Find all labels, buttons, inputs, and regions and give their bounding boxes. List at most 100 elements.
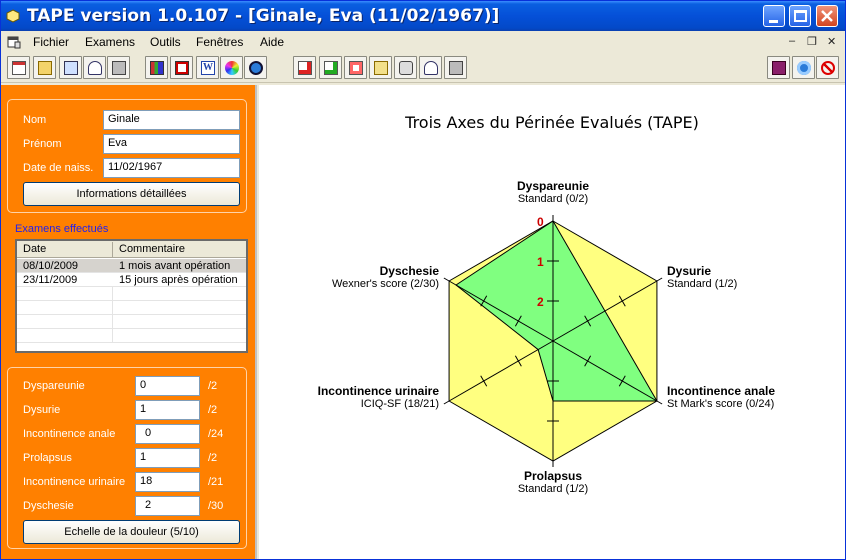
nom-label: Nom bbox=[23, 114, 47, 126]
col-comment-header[interactable]: Commentaire bbox=[119, 243, 185, 255]
title-bar[interactable]: TAPE version 1.0.107 - [Ginale, Eva (11/… bbox=[1, 1, 845, 31]
empty-row bbox=[17, 301, 246, 315]
score-field-incontinence-anale[interactable]: 0 bbox=[135, 424, 200, 444]
tool-web-button[interactable] bbox=[792, 56, 815, 79]
radar-scale-label: 0 bbox=[537, 215, 544, 229]
tool-next-exam-button[interactable] bbox=[319, 56, 342, 79]
tool-search-button[interactable] bbox=[244, 56, 267, 79]
edit-z-icon bbox=[175, 61, 189, 75]
score-max-dyspareunie: /2 bbox=[208, 380, 218, 392]
score-max-incontinence-urinaire: /21 bbox=[208, 476, 224, 488]
tool-exam-preview-button[interactable] bbox=[419, 56, 442, 79]
word-icon: W bbox=[201, 61, 215, 75]
tool-chart-button[interactable] bbox=[145, 56, 168, 79]
menu-bar: Fichier Examens Outils Fenêtres Aide – ❐… bbox=[1, 31, 845, 53]
score-label-dysurie: Dysurie bbox=[23, 404, 61, 416]
axis-label-prolapsus: Prolapsus Standard (1/2) bbox=[517, 469, 589, 495]
axis-label-incontinence-anale: Incontinence anale St Mark's score (0/24) bbox=[667, 384, 776, 410]
menu-fenetres[interactable]: Fenêtres bbox=[196, 35, 243, 49]
col-date-header[interactable]: Date bbox=[23, 243, 46, 255]
tool-save-button[interactable] bbox=[394, 56, 417, 79]
toolbar: W bbox=[1, 53, 845, 83]
print-preview-icon bbox=[88, 61, 102, 75]
radar-axis-tick-outer bbox=[443, 400, 450, 405]
radar-axis-tick-outer bbox=[443, 277, 450, 282]
patient-group: Nom Ginale Prénom Eva Date de naiss. 11/… bbox=[7, 99, 247, 213]
close-icon bbox=[821, 10, 833, 22]
app-window: TAPE version 1.0.107 - [Ginale, Eva (11/… bbox=[0, 0, 846, 560]
score-field-prolapsus[interactable]: 1 bbox=[135, 448, 200, 468]
exam-row[interactable]: 23/11/2009 15 jours après opération bbox=[17, 273, 246, 287]
menu-outils[interactable]: Outils bbox=[150, 35, 181, 49]
exams-title: Examens effectués bbox=[15, 223, 109, 235]
printer-icon bbox=[449, 61, 463, 75]
score-field-incontinence-urinaire[interactable]: 18 bbox=[135, 472, 200, 492]
tool-word-button[interactable]: W bbox=[196, 56, 219, 79]
help-book-icon bbox=[772, 61, 786, 75]
tool-open-button[interactable] bbox=[33, 56, 56, 79]
tool-help-button[interactable] bbox=[767, 56, 790, 79]
search-globe-icon bbox=[249, 61, 263, 75]
nom-field[interactable]: Ginale bbox=[103, 110, 240, 130]
tool-new-button[interactable] bbox=[7, 56, 30, 79]
radar-scale-label: 1 bbox=[537, 255, 544, 269]
exam-row[interactable]: 08/10/2009 1 mois avant opération bbox=[17, 259, 246, 273]
patient-panel: Nom Ginale Prénom Eva Date de naiss. 11/… bbox=[1, 85, 257, 559]
maximize-button[interactable] bbox=[789, 5, 811, 27]
folder-open-icon bbox=[38, 61, 52, 75]
document-window-icon[interactable] bbox=[7, 35, 21, 49]
tool-open-exam-button[interactable] bbox=[369, 56, 392, 79]
radar-scale-label: 2 bbox=[537, 295, 544, 309]
radar-axis-tick-outer bbox=[656, 400, 663, 405]
score-max-dysurie: /2 bbox=[208, 404, 218, 416]
empty-row bbox=[17, 329, 246, 343]
score-field-dyschesie[interactable]: 2 bbox=[135, 496, 200, 516]
stop-icon bbox=[821, 61, 835, 75]
menu-fichier[interactable]: Fichier bbox=[33, 35, 69, 49]
score-field-dysurie[interactable]: 1 bbox=[135, 400, 200, 420]
empty-row bbox=[17, 287, 246, 301]
tool-print-button[interactable] bbox=[107, 56, 130, 79]
birthdate-field[interactable]: 11/02/1967 bbox=[103, 158, 240, 178]
exam-date: 08/10/2009 bbox=[23, 260, 79, 272]
exam-comment: 1 mois avant opération bbox=[119, 260, 231, 272]
tool-delete-exam-button[interactable] bbox=[344, 56, 367, 79]
exams-list[interactable]: Date Commentaire 08/10/2009 1 mois avant… bbox=[15, 239, 248, 353]
radar-axis-tick-outer bbox=[656, 277, 663, 282]
app-icon bbox=[6, 9, 20, 23]
tool-edit-button[interactable] bbox=[170, 56, 193, 79]
tool-color-button[interactable] bbox=[220, 56, 243, 79]
details-button[interactable]: Informations détaillées bbox=[23, 182, 240, 206]
color-wheel-icon bbox=[225, 61, 239, 75]
new-document-icon bbox=[12, 61, 26, 75]
window-title: TAPE version 1.0.107 - [Ginale, Eva (11/… bbox=[27, 6, 500, 26]
axis-label-dyschesie: Dyschesie Wexner's score (2/30) bbox=[331, 264, 439, 290]
menu-examens[interactable]: Examens bbox=[85, 35, 135, 49]
tool-add-exam-button[interactable] bbox=[293, 56, 316, 79]
mdi-minimize-button[interactable]: – bbox=[789, 35, 795, 47]
naiss-label: Date de naiss. bbox=[23, 162, 94, 174]
score-max-prolapsus: /2 bbox=[208, 452, 218, 464]
prenom-label: Prénom bbox=[23, 138, 62, 150]
add-document-icon bbox=[298, 61, 312, 75]
tool-exit-button[interactable] bbox=[816, 56, 839, 79]
close-button[interactable] bbox=[816, 5, 838, 27]
pain-scale-button[interactable]: Echelle de la douleur (5/10) bbox=[23, 520, 240, 544]
score-label-dyspareunie: Dyspareunie bbox=[23, 380, 85, 392]
prenom-field[interactable]: Eva bbox=[103, 134, 240, 154]
delete-document-icon bbox=[349, 61, 363, 75]
minimize-button[interactable] bbox=[763, 5, 785, 27]
axis-label-dyspareunie: Dyspareunie Standard (0/2) bbox=[516, 179, 590, 205]
mdi-restore-button[interactable]: ❐ bbox=[807, 35, 817, 48]
menu-aide[interactable]: Aide bbox=[260, 35, 284, 49]
save-icon bbox=[399, 61, 413, 75]
mdi-close-button[interactable]: ✕ bbox=[827, 35, 836, 48]
score-label-prolapsus: Prolapsus bbox=[23, 452, 72, 464]
tool-copy-button[interactable] bbox=[59, 56, 82, 79]
score-field-dyspareunie[interactable]: 0 bbox=[135, 376, 200, 396]
copy-icon bbox=[64, 61, 78, 75]
chart-icon bbox=[150, 61, 164, 75]
axis-label-dysurie: Dysurie Standard (1/2) bbox=[667, 264, 738, 290]
tool-exam-print-button[interactable] bbox=[444, 56, 467, 79]
tool-preview-button[interactable] bbox=[83, 56, 106, 79]
